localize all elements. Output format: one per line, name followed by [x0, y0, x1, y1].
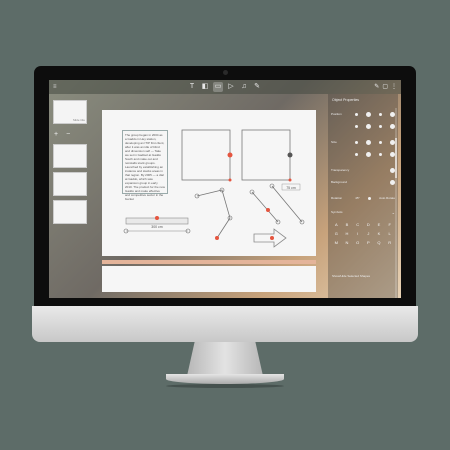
- symbols-row: Symbols ⌄: [331, 208, 395, 216]
- size-row: Size: [331, 138, 395, 146]
- slider-handle[interactable]: [366, 139, 371, 145]
- rotation-row: Rotation 45° Auto Rotate: [331, 194, 395, 202]
- monitor-foot: [166, 374, 284, 384]
- rotation-value[interactable]: 45°: [355, 196, 360, 200]
- music-tool-icon[interactable]: ♫: [239, 82, 249, 92]
- property-label: Symbols: [331, 210, 343, 214]
- slides-panel: Slide title + −: [49, 94, 99, 298]
- property-label: Size: [331, 140, 337, 144]
- slider-handle[interactable]: [366, 151, 371, 157]
- slider-handle[interactable]: [366, 123, 371, 129]
- slide-canvas[interactable]: The group began in 2004 as a Gaddo in He…: [102, 110, 316, 256]
- symbol-item[interactable]: N: [342, 240, 353, 245]
- line-shape: [251, 191, 279, 223]
- symbol-item[interactable]: J: [363, 231, 374, 236]
- slide-controls: + −: [54, 131, 70, 138]
- symbol-item[interactable]: A: [331, 222, 342, 227]
- monitor-neck: [187, 342, 263, 376]
- position-row: Position: [331, 110, 395, 118]
- symbol-grid: A B C D E F G H I J K L M N O P Q R: [331, 222, 395, 245]
- slider-handle[interactable]: [355, 112, 358, 116]
- slide-thumbnail[interactable]: [53, 200, 87, 224]
- slide-thumbnail[interactable]: [53, 144, 87, 168]
- properties-panel: Object Properties Position Size Transpar…: [328, 94, 398, 298]
- edit-icon[interactable]: ✎: [374, 82, 379, 92]
- canvas-divider: [102, 260, 316, 264]
- add-slide-button[interactable]: +: [54, 131, 58, 138]
- slider-handle[interactable]: [379, 124, 382, 128]
- symbol-item[interactable]: F: [384, 222, 395, 227]
- app-toolbar: ≡ T ◧ ▭ ▷ ♫ ✎ ✎ ▢ ⋮: [49, 80, 401, 94]
- auto-rotate-toggle[interactable]: [367, 196, 371, 200]
- camera-icon: [223, 70, 228, 75]
- slider-handle[interactable]: [366, 111, 371, 117]
- monitor: ≡ T ◧ ▭ ▷ ♫ ✎ ✎ ▢ ⋮ Slide title + − The …: [34, 66, 416, 322]
- transparency-row: Transparency: [331, 166, 395, 174]
- property-label: Rotation: [331, 196, 343, 200]
- panel-footer: Show/Hide Selected Shapes: [332, 274, 371, 278]
- symbol-item[interactable]: K: [374, 231, 385, 236]
- symbol-item[interactable]: D: [363, 222, 374, 227]
- resize-handle: [227, 152, 233, 158]
- slide-thumbnail-label: Slide title: [72, 118, 85, 122]
- position-row-2: [331, 122, 395, 130]
- shapes-tool-icon[interactable]: ◧: [200, 82, 210, 92]
- magic-tool-icon[interactable]: ✎: [252, 82, 262, 92]
- slider-handle[interactable]: [355, 124, 358, 128]
- monitor-shadow: [166, 384, 284, 388]
- next-slide-canvas[interactable]: [102, 266, 316, 292]
- slider-handle[interactable]: [355, 152, 358, 156]
- slider-handle[interactable]: [355, 140, 358, 144]
- monitor-chin: [32, 306, 418, 342]
- symbol-item[interactable]: E: [374, 222, 385, 227]
- symbol-item[interactable]: C: [352, 222, 363, 227]
- menu-icon[interactable]: ≡: [53, 84, 59, 90]
- distance-label: 75 cm: [286, 186, 296, 190]
- auto-rotate-label: Auto Rotate: [379, 196, 395, 200]
- play-tool-icon[interactable]: ▷: [226, 82, 236, 92]
- more-icon[interactable]: ⋮: [391, 82, 397, 92]
- square-shape: [241, 129, 291, 181]
- remove-slide-button[interactable]: −: [66, 131, 70, 138]
- panel-title: Object Properties: [332, 98, 360, 102]
- polyline-shape: [196, 189, 231, 239]
- symbol-item[interactable]: R: [384, 240, 395, 245]
- symbol-item[interactable]: L: [384, 231, 395, 236]
- slider-handle[interactable]: [379, 152, 382, 156]
- property-label: Background: [331, 180, 348, 184]
- square-shape: [181, 129, 231, 181]
- slider-handle[interactable]: [379, 112, 382, 116]
- tool-group: T ◧ ▭ ▷ ♫ ✎: [187, 82, 262, 92]
- symbol-item[interactable]: M: [331, 240, 342, 245]
- symbol-item[interactable]: I: [352, 231, 363, 236]
- resize-handle: [287, 152, 293, 158]
- symbol-item[interactable]: H: [342, 231, 353, 236]
- panel-scrollbar[interactable]: [395, 108, 397, 298]
- text-tool-icon[interactable]: T: [187, 82, 197, 92]
- resize-handle: [228, 178, 232, 182]
- window-icon[interactable]: ▢: [382, 82, 388, 92]
- screen: ≡ T ◧ ▭ ▷ ♫ ✎ ✎ ▢ ⋮ Slide title + − The …: [49, 80, 401, 298]
- slider-handle[interactable]: [379, 140, 382, 144]
- ruler-label: 300 cm: [151, 225, 163, 229]
- property-label: Position: [331, 112, 342, 116]
- resize-handle: [288, 178, 292, 182]
- slide-thumbnail[interactable]: [53, 172, 87, 196]
- size-row-2: [331, 150, 395, 158]
- symbol-item[interactable]: P: [363, 240, 374, 245]
- symbol-item[interactable]: O: [352, 240, 363, 245]
- symbol-item[interactable]: Q: [374, 240, 385, 245]
- canvas-shapes: 75 cm 300 cm: [123, 129, 305, 248]
- property-label: Transparency: [331, 168, 350, 172]
- window-controls: ✎ ▢ ⋮: [374, 82, 397, 92]
- image-tool-icon[interactable]: ▭: [213, 82, 223, 92]
- background-row: Background: [331, 178, 395, 186]
- symbol-item[interactable]: B: [342, 222, 353, 227]
- slide-thumbnail[interactable]: Slide title: [53, 100, 87, 124]
- symbol-item[interactable]: G: [331, 231, 342, 236]
